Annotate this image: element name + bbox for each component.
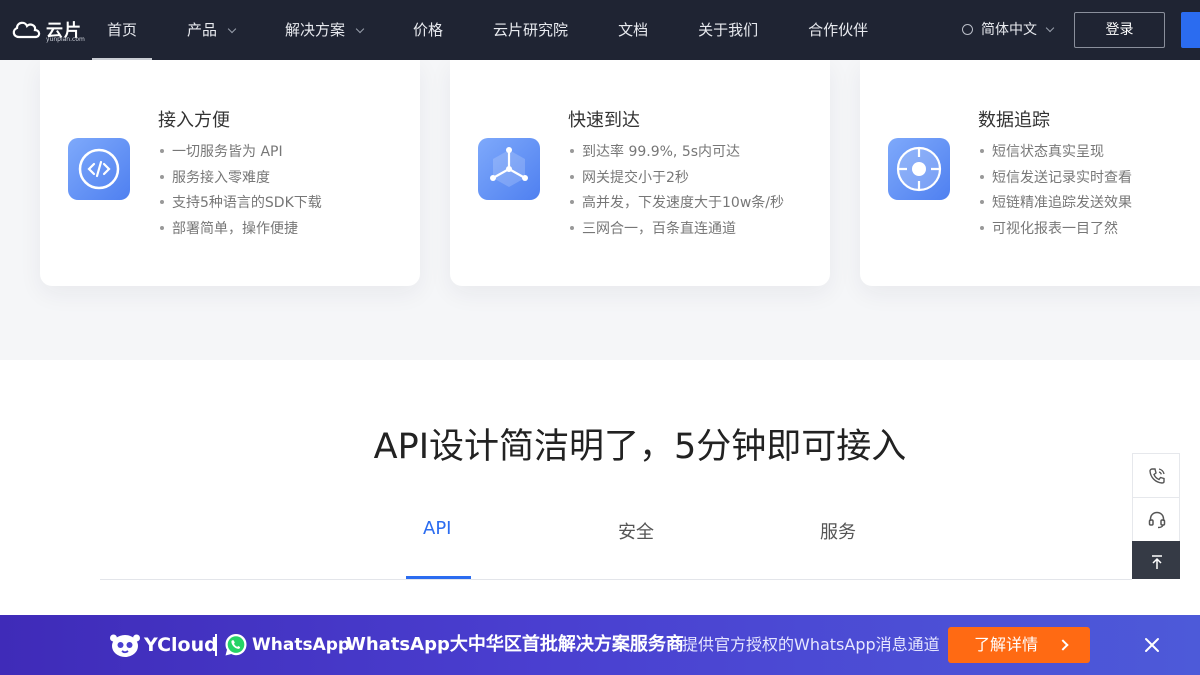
close-icon[interactable] xyxy=(1142,635,1162,655)
nav-label: 产品 xyxy=(187,21,218,39)
list-item: 支持5种语言的SDK下载 xyxy=(158,191,322,217)
list-item: 可视化报表一目了然 xyxy=(978,217,1132,243)
tab-service[interactable]: 服务 xyxy=(820,518,856,544)
chevron-down-icon xyxy=(1045,23,1055,33)
chevron-down-icon xyxy=(227,24,237,34)
feature-list: 到达率 99.9%, 5s内可达 网关提交小于2秒 高并发，下发速度大于10w条… xyxy=(568,140,784,242)
nav-label: 文档 xyxy=(618,21,649,39)
list-item: 短信状态真实呈现 xyxy=(978,140,1132,166)
list-item: 高并发，下发速度大于10w条/秒 xyxy=(568,191,784,217)
feature-card-speed: 快速到达 到达率 99.9%, 5s内可达 网关提交小于2秒 高并发，下发速度大… xyxy=(450,60,830,286)
api-tabs: API 安全 服务 xyxy=(100,500,1132,580)
ycloud-mascot-icon xyxy=(110,634,140,657)
promo-subtext: 提供官方授权的WhatsApp消息通道 xyxy=(682,635,940,654)
learn-more-button[interactable]: 了解详情 xyxy=(948,627,1090,663)
cta-label: 了解详情 xyxy=(974,635,1039,654)
yunpian-logo[interactable]: 云片 yunpian.com xyxy=(10,16,85,44)
list-item: 短信发送记录实时查看 xyxy=(978,166,1132,192)
list-item: 三网合一，百条直连通道 xyxy=(568,217,784,243)
nav-item-partners[interactable]: 合作伙伴 xyxy=(808,0,868,60)
login-button[interactable]: 登录 xyxy=(1074,12,1165,48)
chevron-right-icon xyxy=(1057,639,1069,651)
list-item: 短链精准追踪发送效果 xyxy=(978,191,1132,217)
network-cube-icon xyxy=(478,138,540,200)
phone-icon xyxy=(1149,468,1165,484)
floating-toolbar xyxy=(1132,453,1180,579)
globe-icon xyxy=(962,24,973,35)
nav-label: 首页 xyxy=(106,21,137,39)
feature-card-tracking: 数据追踪 短信状态真实呈现 短信发送记录实时查看 短链精准追踪发送效果 可视化报… xyxy=(860,60,1200,286)
nav-item-docs[interactable]: 文档 xyxy=(618,0,648,60)
register-button[interactable] xyxy=(1181,12,1200,48)
nav-item-about[interactable]: 关于我们 xyxy=(698,0,758,60)
nav-item-research[interactable]: 云片研究院 xyxy=(493,0,568,60)
active-tab-indicator xyxy=(406,576,471,579)
headset-icon xyxy=(1148,511,1166,529)
list-item: 到达率 99.9%, 5s内可达 xyxy=(568,140,784,166)
language-selector[interactable]: 简体中文 xyxy=(962,0,1055,60)
feature-list: 一切服务皆为 API 服务接入零难度 支持5种语言的SDK下载 部署简单，操作便… xyxy=(158,140,322,242)
feature-title: 接入方便 xyxy=(158,110,230,131)
code-icon xyxy=(68,138,130,200)
back-to-top-button[interactable] xyxy=(1132,541,1180,579)
nav-item-home[interactable]: 首页 xyxy=(92,0,152,60)
nav-item-solutions[interactable]: 解决方案 xyxy=(285,0,365,60)
language-label: 简体中文 xyxy=(981,22,1037,38)
target-icon xyxy=(888,138,950,200)
tab-security[interactable]: 安全 xyxy=(618,518,654,544)
features-section: 接入方便 一切服务皆为 API 服务接入零难度 支持5种语言的SDK下载 部署简… xyxy=(0,60,1200,360)
section-title: API设计简洁明了，5分钟即可接入 xyxy=(373,427,907,467)
list-item: 部署简单，操作便捷 xyxy=(158,217,322,243)
phone-button[interactable] xyxy=(1132,453,1180,497)
main-nav: 首页 产品 解决方案 价格 云片研究院 文档 关于我们 合作伙伴 xyxy=(92,0,868,60)
nav-label: 解决方案 xyxy=(285,21,346,39)
top-navbar: 云片 yunpian.com 首页 产品 解决方案 价格 云片研究院 文档 关于… xyxy=(0,0,1200,60)
chevron-down-icon xyxy=(355,24,365,34)
nav-label: 合作伙伴 xyxy=(808,21,869,39)
cloud-logo-icon xyxy=(12,21,41,39)
feature-list: 短信状态真实呈现 短信发送记录实时查看 短链精准追踪发送效果 可视化报表一目了然 xyxy=(978,140,1132,242)
list-item: 网关提交小于2秒 xyxy=(568,166,784,192)
feature-title: 快速到达 xyxy=(568,110,640,131)
nav-item-pricing[interactable]: 价格 xyxy=(413,0,443,60)
whatsapp-icon xyxy=(225,634,247,656)
nav-item-products[interactable]: 产品 xyxy=(187,0,237,60)
list-item: 服务接入零难度 xyxy=(158,166,322,192)
list-item: 一切服务皆为 API xyxy=(158,140,322,166)
ycloud-brand: YCloud xyxy=(144,634,218,656)
tab-api[interactable]: API xyxy=(423,518,451,539)
logo-subtext: yunpian.com xyxy=(46,36,85,43)
feature-card-access: 接入方便 一切服务皆为 API 服务接入零难度 支持5种语言的SDK下载 部署简… xyxy=(40,60,420,286)
nav-label: 云片研究院 xyxy=(493,21,569,39)
feature-title: 数据追踪 xyxy=(978,110,1050,131)
nav-label: 价格 xyxy=(413,21,444,39)
whatsapp-brand: WhatsApp xyxy=(252,635,351,655)
divider xyxy=(215,634,217,656)
nav-label: 关于我们 xyxy=(698,21,759,39)
promo-banner: YCloud WhatsApp WhatsApp大中华区首批解决方案服务商 提供… xyxy=(0,615,1200,675)
customer-service-button[interactable] xyxy=(1132,497,1180,541)
promo-headline: WhatsApp大中华区首批解决方案服务商 xyxy=(346,634,684,655)
back-to-top-icon xyxy=(1152,555,1162,569)
